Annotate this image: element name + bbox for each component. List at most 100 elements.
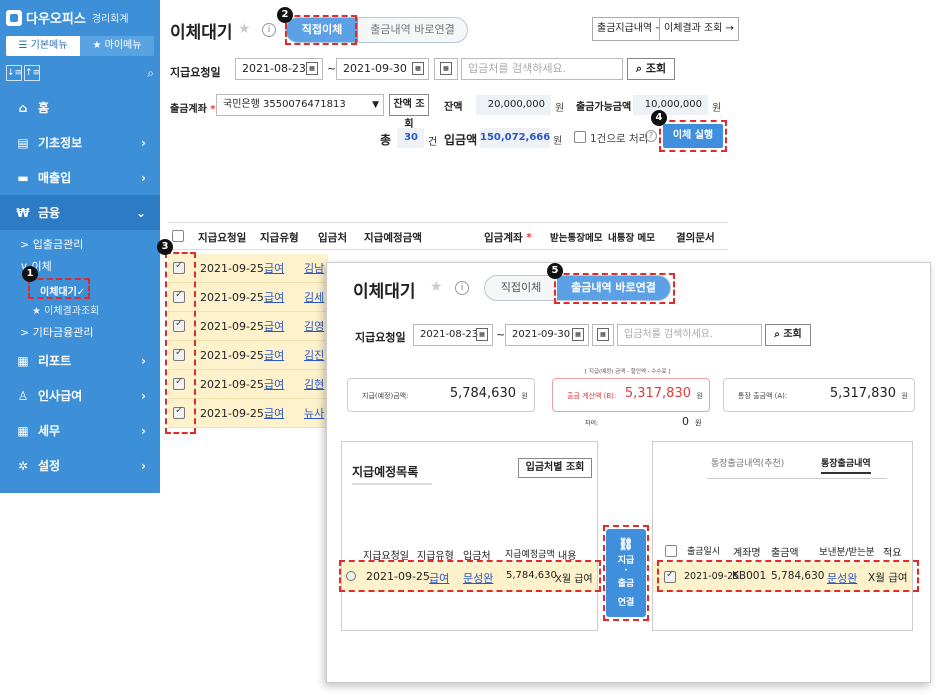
- column-header[interactable]: 입금처: [318, 230, 347, 245]
- sidebar-item-finance[interactable]: ₩ 금융 ⌄: [0, 195, 160, 230]
- column-header[interactable]: 출금일시: [687, 544, 720, 557]
- count-unit: 건: [428, 137, 438, 148]
- tab-link-withdrawal[interactable]: 출금내역 바로연결: [358, 18, 467, 42]
- highlight-exec-button: [659, 120, 727, 152]
- search-button[interactable]: ⌕ 조회: [627, 58, 675, 80]
- bank-amount-value: 5,317,830: [829, 386, 896, 401]
- home-icon: ⌂: [18, 100, 28, 115]
- sidebar-item-report[interactable]: ▦ 리포트 ›: [0, 343, 160, 378]
- diff-value: 0: [682, 415, 689, 428]
- row-date: 2021-09-25: [200, 378, 264, 391]
- column-header[interactable]: 지급예정금액: [505, 547, 555, 560]
- tab-bank-withdrawal[interactable]: 통장출금내역: [821, 456, 871, 474]
- app-logo[interactable]: 다우오피스 경리회계: [6, 8, 129, 27]
- select-all-checkbox[interactable]: [665, 545, 677, 557]
- bank-withdrawal-panel: 통장출금내역(추천) 통장출금내역 출금일시 계좌명 출금액 보낸분/받는분 적…: [652, 441, 913, 631]
- row-type-link[interactable]: 급여: [264, 405, 284, 421]
- account-value: 국민은행 3550076471813: [223, 99, 346, 110]
- date-separator: ~: [496, 328, 506, 341]
- column-header[interactable]: 출금액: [771, 544, 799, 559]
- row-type-link[interactable]: 급여: [264, 260, 284, 276]
- popup-search-button[interactable]: ⌕ 조회: [765, 324, 811, 346]
- payee-query-button[interactable]: 입금처별 조회: [518, 458, 592, 478]
- menu-toggle: ☰ 기본메뉴 ★ 마이메뉴: [6, 36, 154, 56]
- calendar-icon[interactable]: ▦: [306, 62, 318, 75]
- sidebar-item-basic-info[interactable]: ▤ 기초정보 ›: [0, 125, 160, 160]
- search-input[interactable]: 입금처를 검색하세요.: [461, 58, 623, 80]
- help-icon[interactable]: ?: [645, 130, 657, 142]
- row-payee-link[interactable]: 김진: [304, 347, 324, 363]
- total-label: 총: [380, 133, 392, 147]
- popup-date-to[interactable]: 2021-09-30 ▦: [505, 324, 589, 346]
- row-type-link[interactable]: 급여: [264, 289, 284, 305]
- payment-history-button[interactable]: 출금지급내역 →: [592, 17, 669, 41]
- popup-title: 이체대기: [353, 282, 416, 302]
- amount-label: 입금액: [444, 133, 478, 147]
- balance-check-button[interactable]: 잔액 조회: [389, 94, 429, 130]
- sidebar-item-label: 인사급여: [38, 389, 83, 403]
- sidebar-item-sales[interactable]: ▬ 매출입 ›: [0, 160, 160, 195]
- row-payee-link[interactable]: 뉴사: [304, 405, 324, 421]
- calc-amount-box: 출금 계산액 (B): 5,317,830 원: [552, 378, 710, 412]
- gear-icon: ✲: [17, 458, 29, 473]
- expand-all-icon[interactable]: ↓≡: [6, 65, 22, 81]
- highlight-link-tab: [554, 273, 675, 304]
- date-from-field[interactable]: 2021-08-23 ▦: [235, 58, 323, 80]
- column-header[interactable]: 입금계좌 *: [484, 230, 532, 245]
- card-icon: ▬: [17, 170, 29, 185]
- column-header[interactable]: 결의문서: [676, 230, 715, 245]
- column-header[interactable]: 지급예정금액: [364, 230, 422, 245]
- tab-divider: [707, 478, 887, 479]
- info-icon[interactable]: i: [455, 281, 469, 295]
- calendar-icon[interactable]: ▦: [412, 62, 424, 75]
- row-payee-link[interactable]: 김영: [304, 318, 324, 334]
- popup-date-from[interactable]: 2021-08-23 ▦: [413, 324, 493, 346]
- highlight-direct-tab: [285, 15, 357, 45]
- column-header[interactable]: 받는통장메모: [550, 230, 602, 244]
- row-payee-link[interactable]: 김현: [304, 376, 324, 392]
- column-header[interactable]: 보낸분/받는분: [819, 544, 875, 558]
- info-icon[interactable]: i: [262, 23, 276, 37]
- column-header[interactable]: 계좌명: [733, 544, 761, 559]
- column-header[interactable]: 지급유형: [260, 230, 299, 245]
- transfer-result-button[interactable]: 이체결과 조회 →: [659, 17, 739, 41]
- calendar-button[interactable]: ▦: [592, 324, 614, 346]
- document-icon: ▤: [17, 135, 29, 150]
- column-header[interactable]: 지급요청일: [198, 230, 246, 245]
- tab-recommended[interactable]: 통장출금내역(추천): [711, 456, 784, 469]
- calendar-button[interactable]: ▦: [434, 58, 458, 80]
- popup-search-input[interactable]: 입금처를 검색하세요.: [617, 324, 762, 346]
- row-type-link[interactable]: 급여: [264, 376, 284, 392]
- sidebar-item-hr[interactable]: ♙ 인사급여 ›: [0, 378, 160, 413]
- row-type-link[interactable]: 급여: [264, 318, 284, 334]
- search-icon[interactable]: ⌕: [147, 66, 154, 81]
- sidebar-item-settings[interactable]: ✲ 설정 ›: [0, 448, 160, 483]
- row-payee-link[interactable]: 김세: [304, 289, 324, 305]
- single-process-label: 1건으로 처리: [590, 133, 649, 145]
- calendar-icon[interactable]: ▦: [572, 328, 584, 341]
- sidebar-sub-deposit[interactable]: > 입출금관리: [20, 236, 83, 252]
- row-type-link[interactable]: 급여: [264, 347, 284, 363]
- calendar-icon[interactable]: ▦: [476, 328, 488, 341]
- sidebar-item-tax[interactable]: ▦ 세무 ›: [0, 413, 160, 448]
- star-icon[interactable]: ★: [238, 21, 251, 37]
- select-all-checkbox[interactable]: [172, 230, 184, 242]
- chevron-right-icon: ›: [141, 135, 146, 150]
- basic-menu-tab[interactable]: ☰ 기본메뉴: [6, 36, 80, 56]
- calculator-icon: ▦: [17, 423, 29, 438]
- star-icon[interactable]: ★: [430, 279, 443, 295]
- account-select[interactable]: 국민은행 3550076471813 ▼: [216, 94, 384, 116]
- column-header[interactable]: 내통장 메모: [608, 230, 655, 244]
- my-menu-tab[interactable]: ★ 마이메뉴: [80, 36, 154, 56]
- collapse-all-icon[interactable]: ↑≡: [24, 65, 40, 81]
- tab-direct-transfer[interactable]: 직접이체: [485, 276, 557, 300]
- sidebar-item-home[interactable]: ⌂ 홈: [0, 90, 160, 125]
- sidebar-sub-other[interactable]: > 기타금융관리: [20, 324, 93, 340]
- sidebar-sub-transfer-result[interactable]: ★ 이체결과조회: [32, 302, 99, 317]
- date-to-field[interactable]: 2021-09-30 ▦: [336, 58, 429, 80]
- single-process-checkbox[interactable]: [574, 131, 586, 143]
- date-separator: ~: [327, 62, 337, 75]
- row-payee-link[interactable]: 김남: [304, 260, 324, 276]
- step-marker: 4: [651, 110, 667, 126]
- column-header[interactable]: 적요: [883, 544, 901, 559]
